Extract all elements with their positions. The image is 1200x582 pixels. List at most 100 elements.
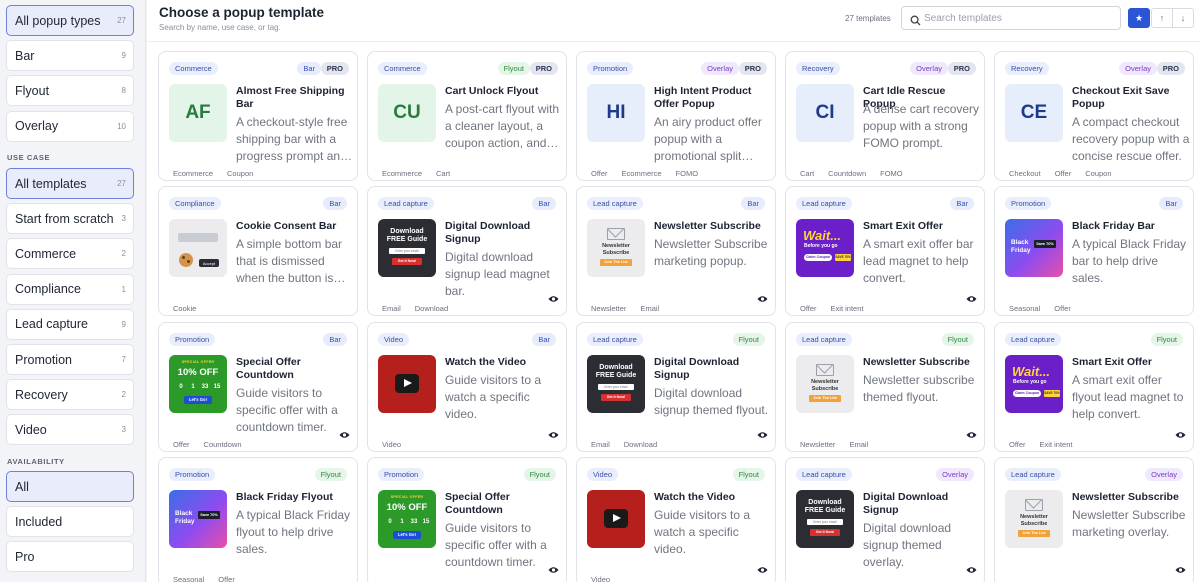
sidebar-item-all-templates[interactable]: All templates 27 <box>6 168 134 199</box>
template-card[interactable]: Lead capture Flyout Wait... Before you go Cl… <box>994 322 1194 452</box>
template-card[interactable]: Promotion Bar SPECIAL OFFER 10% OFF 0 1 33 15 Le… <box>158 322 358 452</box>
preview-eye-icon[interactable] <box>756 564 768 576</box>
template-card[interactable]: Video Flyout Watch the Video Guide visitors… <box>576 457 776 582</box>
template-card[interactable]: Commerce Flyout PRO CU Cart Unlock Flyout A p… <box>367 51 567 181</box>
sort-descending-button[interactable]: ↓ <box>1172 8 1194 28</box>
tag: Offer <box>1009 440 1026 449</box>
preview-eye-icon[interactable] <box>965 429 977 441</box>
tag: Email <box>640 304 660 313</box>
template-description: Digital download signup themed overlay. <box>863 521 952 569</box>
sidebar-item-count: 2 <box>121 249 126 259</box>
sidebar-item-recovery[interactable]: Recovery 2 <box>6 379 134 411</box>
type-badge: Overlay <box>910 62 948 75</box>
sidebar-item-label: All popup types <box>15 13 101 28</box>
tag: Countdown <box>828 169 867 178</box>
template-title: Newsletter Subscribe <box>1072 491 1179 503</box>
countdown-digit: 1 <box>400 519 404 525</box>
tag: Offer <box>218 575 235 582</box>
sidebar-item-included[interactable]: Included <box>6 506 134 538</box>
tag: Cart <box>800 169 815 178</box>
type-badge: Bar <box>323 197 347 210</box>
template-card[interactable]: Promotion Flyout Black Friday Save 70% Black … <box>158 457 358 582</box>
template-card[interactable]: Recovery Overlay PRO CI Cart Idle Rescue Pop… <box>785 51 985 181</box>
template-card[interactable]: Lead capture Overlay Download FREE Guide Ent… <box>785 457 985 582</box>
type-badge: Flyout <box>941 333 974 346</box>
sidebar-item-promotion[interactable]: Promotion 7 <box>6 344 134 375</box>
sidebar-item-label: Start from scratch <box>15 211 114 226</box>
template-card[interactable]: Commerce Bar PRO AF Almost Free Shipping Bar… <box>158 51 358 181</box>
template-card[interactable]: Promotion Overlay PRO HI High Intent Product… <box>576 51 776 181</box>
template-card[interactable]: Recovery Overlay PRO CE Checkout Exit Save P… <box>994 51 1194 181</box>
template-thumbnail: Black Friday Save 70% <box>1005 219 1063 277</box>
template-card[interactable]: Promotion Flyout SPECIAL OFFER 10% OFF 0 1 33 1… <box>367 457 567 582</box>
preview-eye-icon[interactable] <box>756 429 768 441</box>
preview-eye-icon[interactable] <box>965 293 977 305</box>
join-button-preview: Join The List <box>809 395 841 402</box>
template-card[interactable]: Lead capture Bar Newsletter Subscribe Join T… <box>576 186 776 316</box>
template-card[interactable]: Video Bar Watch the Video Guide visitors to… <box>367 322 567 452</box>
email-field-preview: Enter your email <box>598 384 634 390</box>
sidebar-item-commerce[interactable]: Commerce 2 <box>6 238 134 270</box>
template-card[interactable]: Lead capture Bar Download FREE Guide Enter y… <box>367 186 567 316</box>
category-badge: Promotion <box>1005 197 1052 210</box>
preview-eye-icon[interactable] <box>1174 564 1186 576</box>
envelope-icon <box>607 228 625 240</box>
header: Choose a popup template Search by name, … <box>147 0 1200 42</box>
template-thumbnail: SPECIAL OFFER 10% OFF 0 1 33 15 Let's Go! <box>169 355 227 413</box>
black-friday-line1: Black <box>1011 239 1029 246</box>
countdown-digit: 0 <box>388 519 392 525</box>
preview-eye-icon[interactable] <box>756 293 768 305</box>
countdown-digit: 15 <box>213 384 221 390</box>
favorites-sort-button[interactable]: ★ <box>1128 8 1150 28</box>
tag-list: Offer Exit intent <box>1009 440 1072 449</box>
main-panel: Choose a popup template Search by name, … <box>147 0 1200 582</box>
sidebar-item-lead-capture[interactable]: Lead capture 9 <box>6 308 134 340</box>
sidebar-item-all[interactable]: All <box>6 471 134 502</box>
black-friday-line2: Friday <box>1011 246 1031 254</box>
sidebar-item-compliance[interactable]: Compliance 1 <box>6 273 134 305</box>
countdown-digit: 1 <box>191 384 195 390</box>
search-box[interactable] <box>901 6 1121 30</box>
tag: FOMO <box>675 169 699 178</box>
sidebar-item-all-popup-types[interactable]: All popup types 27 <box>6 5 134 36</box>
sidebar-item-label: Recovery <box>15 387 68 402</box>
template-card[interactable]: Compliance Bar Accept Cookie Consent Bar A s… <box>158 186 358 316</box>
sort-ascending-button[interactable]: ↑ <box>1151 8 1173 28</box>
get-it-button-preview: Get it Now! <box>601 394 631 401</box>
sidebar-item-label: Bar <box>15 48 35 63</box>
sidebar-item-video[interactable]: Video 3 <box>6 414 134 446</box>
sidebar-item-overlay[interactable]: Overlay 10 <box>6 110 134 142</box>
type-badge: Overlay <box>936 468 974 481</box>
tag-list: Video <box>382 440 401 449</box>
sidebar-item-count: 3 <box>121 214 126 224</box>
type-badge: Flyout <box>523 468 556 481</box>
template-card[interactable]: Promotion Bar Black Friday Save 70% Black Fri… <box>994 186 1194 316</box>
category-badge: Lead capture <box>587 333 643 346</box>
preview-eye-icon[interactable] <box>338 429 350 441</box>
template-card[interactable]: Lead capture Flyout Newsletter Subscribe Joi… <box>785 322 985 452</box>
template-title: Digital Download Signup <box>654 356 740 381</box>
download-heading: Download <box>599 364 633 371</box>
template-card[interactable]: Lead capture Overlay Newsletter Subscribe Jo… <box>994 457 1194 582</box>
type-badge: Flyout <box>314 468 347 481</box>
sidebar-item-flyout[interactable]: Flyout 8 <box>6 75 134 107</box>
category-badge: Recovery <box>1005 62 1049 75</box>
preview-eye-icon[interactable] <box>547 429 559 441</box>
preview-eye-icon[interactable] <box>547 564 559 576</box>
sidebar-item-count: 9 <box>121 51 126 61</box>
tag: Email <box>382 304 401 313</box>
sidebar-item-count: 27 <box>117 179 126 188</box>
template-card[interactable]: Lead capture Flyout Download FREE Guide Ente… <box>576 322 776 452</box>
sidebar-item-start-from-scratch[interactable]: Start from scratch 3 <box>6 203 134 235</box>
tag: Newsletter <box>591 304 627 313</box>
sidebar-item-bar[interactable]: Bar 9 <box>6 40 134 72</box>
join-button-preview: Join The List <box>600 259 632 266</box>
preview-eye-icon[interactable] <box>547 293 559 305</box>
tag-list: Newsletter Email <box>800 440 868 449</box>
preview-eye-icon[interactable] <box>965 564 977 576</box>
search-input[interactable] <box>924 12 1114 24</box>
download-heading: Download <box>808 499 842 506</box>
template-card[interactable]: Lead capture Bar Wait... Before you go Claim… <box>785 186 985 316</box>
sidebar-item-pro[interactable]: Pro <box>6 541 134 573</box>
preview-eye-icon[interactable] <box>1174 429 1186 441</box>
